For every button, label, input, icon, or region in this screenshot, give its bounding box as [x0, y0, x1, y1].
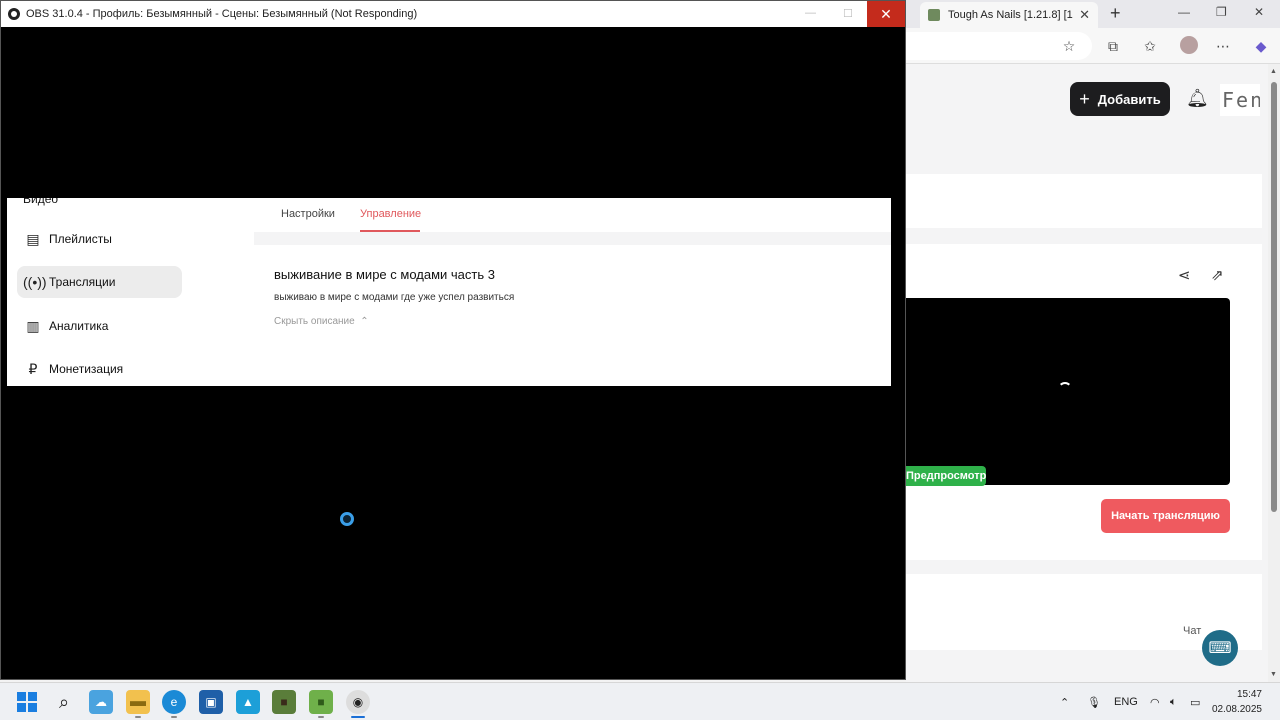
help-chat-icon[interactable]: ⌨︎ — [1202, 630, 1238, 666]
active-app-indicator — [351, 716, 365, 718]
active-tab-indicator — [360, 230, 420, 232]
scrollbar-thumb[interactable] — [1271, 82, 1277, 512]
browser-minimize-icon[interactable]: — — [1178, 5, 1190, 19]
favorites-icon[interactable]: ✩ — [1141, 37, 1159, 55]
obs-minimize-icon[interactable]: — — [805, 7, 816, 19]
system-clock[interactable]: 15:47 02.08.2025 — [1212, 687, 1262, 717]
store-icon[interactable]: ▣ — [199, 690, 223, 714]
clock-date: 02.08.2025 — [1211, 704, 1262, 715]
more-icon[interactable]: ⋯ — [1214, 37, 1232, 55]
tab-close-icon[interactable]: ✕ — [1079, 7, 1090, 23]
chevron-up-icon: ⌃ — [357, 316, 369, 327]
hide-description-link[interactable]: Скрыть описание ⌃ — [274, 316, 369, 327]
sidebar-item-label: Аналитика — [49, 319, 109, 333]
running-indicator — [135, 716, 141, 718]
studio-sidebar: Видео ▤ Плейлисты ((•)) Трансляции ▥ Ана… — [7, 198, 254, 386]
hide-description-label: Скрыть описание — [274, 316, 355, 327]
browser-maximize-icon[interactable]: ❐ — [1216, 5, 1227, 19]
running-indicator — [171, 716, 177, 718]
star-icon[interactable]: ☆ — [1060, 37, 1078, 55]
tab-management[interactable]: Управление — [360, 208, 421, 220]
stream-title: выживание в мире с модами часть 3 — [274, 267, 495, 282]
running-indicator — [318, 716, 324, 718]
sidebar-item-analytics[interactable]: ▥ Аналитика — [17, 310, 182, 342]
playlist-icon: ▤ — [26, 230, 40, 247]
search-icon[interactable]: ⌕ — [52, 690, 76, 714]
plus-icon: + — [1079, 88, 1090, 109]
share-icon[interactable]: ⋖ — [1178, 266, 1191, 284]
sidebar-item-monetization[interactable]: ₽ Монетизация — [17, 353, 182, 385]
broadcast-icon: ((•)) — [23, 274, 47, 290]
browser-tab-bar: Tough As Nails [1.21.8] [1.20 ✕ + — ❐ ✕ — [906, 0, 1280, 28]
content-card — [906, 174, 1262, 228]
minecraft-icon[interactable]: ■ — [272, 690, 296, 714]
ruble-icon: ₽ — [28, 360, 38, 377]
studio-main: Настройки Управление выживание в мире с … — [254, 198, 891, 386]
bell-icon[interactable]: 🔔︎ — [1186, 88, 1209, 109]
preview-badge: Предпросмотр — [906, 466, 986, 486]
copilot-icon[interactable]: ◆ — [1252, 37, 1270, 55]
scroll-down-icon[interactable]: ▼ — [1270, 671, 1277, 678]
volume-icon[interactable]: 🔈︎ — [1170, 683, 1177, 720]
tab-favicon-icon — [928, 9, 940, 21]
chat-label: Чат — [1183, 625, 1202, 637]
obs-logo-icon — [8, 8, 20, 20]
sidebar-item-video-partial[interactable]: Видео — [23, 198, 58, 206]
chevron-up-icon[interactable]: ⌃ — [1060, 683, 1069, 720]
loading-spinner-icon — [1058, 382, 1072, 396]
wifi-icon[interactable]: ◠ — [1150, 683, 1160, 720]
obs-title-bar[interactable]: OBS 31.0.4 - Профиль: Безымянный - Сцены… — [1, 1, 905, 27]
open-external-icon[interactable]: ⇗ — [1211, 266, 1224, 284]
add-button-label: Добавить — [1097, 91, 1161, 107]
sidebar-item-label: Трансляции — [49, 275, 116, 289]
stream-description: выживаю в мире с модами где уже успел ра… — [274, 292, 515, 303]
sidebar-item-label: Монетизация — [49, 362, 124, 376]
language-indicator[interactable]: ENG — [1114, 683, 1138, 720]
sidebar-item-broadcasts[interactable]: ((•)) Трансляции — [17, 266, 182, 298]
widgets-icon[interactable]: ☁ — [89, 690, 113, 714]
tab-settings[interactable]: Настройки — [281, 208, 335, 220]
new-tab-icon[interactable]: + — [1110, 3, 1121, 24]
stream-info-card: выживание в мире с модами часть 3 выжива… — [254, 245, 891, 386]
user-name[interactable]: Fen — [1220, 84, 1260, 116]
minecraft-launcher-icon[interactable]: ■ — [309, 690, 333, 714]
browser-scrollbar[interactable]: ▲ ▼ — [1268, 64, 1280, 682]
obs-window-title: OBS 31.0.4 - Профиль: Безымянный - Сцены… — [26, 8, 418, 20]
browser-window: Tough As Nails [1.21.8] [1.20 ✕ + — ❐ ✕ … — [906, 0, 1280, 682]
clock-time: 15:47 — [1236, 689, 1262, 700]
busy-cursor-icon — [340, 512, 354, 526]
start-stream-button[interactable]: Начать трансляцию — [1101, 499, 1230, 533]
browser-tab[interactable]: Tough As Nails [1.21.8] [1.20 ✕ — [920, 2, 1098, 28]
file-explorer-icon[interactable]: ▬ — [126, 690, 150, 714]
browser-toolbar: ☆ ⧉ ✩ ⋯ ◆ — [906, 28, 1280, 64]
sidebar-item-label: Плейлисты — [49, 232, 112, 246]
photos-icon[interactable]: ▲ — [236, 690, 260, 714]
scroll-up-icon[interactable]: ▲ — [1270, 68, 1277, 75]
extensions-icon[interactable]: ⧉ — [1104, 37, 1122, 55]
profile-icon[interactable] — [1180, 36, 1198, 54]
analytics-icon: ▥ — [26, 317, 40, 334]
battery-icon[interactable]: ▭ — [1190, 683, 1200, 720]
video-player[interactable] — [906, 298, 1230, 485]
obs-window: OBS 31.0.4 - Профиль: Безымянный - Сцены… — [0, 0, 906, 680]
edge-icon[interactable]: e — [162, 690, 186, 714]
start-icon[interactable] — [15, 690, 39, 714]
obs-icon[interactable]: ◉ — [346, 690, 370, 714]
studio-tabs: Настройки Управление — [254, 198, 891, 232]
taskbar: ⌕ ☁ ▬ e ▣ ▲ ■ ■ ◉ ⌃ 🎙︎ ENG ◠ 🔈︎ ▭ 15:47 … — [0, 682, 1280, 720]
browser-close-icon[interactable]: ✕ — [1254, 5, 1264, 19]
sidebar-item-playlists[interactable]: ▤ Плейлисты — [17, 223, 182, 255]
obs-maximize-icon[interactable]: ☐ — [843, 7, 853, 20]
obs-close-icon[interactable]: ✕ — [867, 1, 905, 27]
browser-tab-title: Tough As Nails [1.21.8] [1.20 — [948, 9, 1073, 21]
add-button[interactable]: + Добавить — [1070, 82, 1170, 116]
studio-page-ghost: Видео ▤ Плейлисты ((•)) Трансляции ▥ Ана… — [7, 198, 891, 386]
microphone-icon[interactable]: 🎙︎ — [1087, 683, 1101, 720]
